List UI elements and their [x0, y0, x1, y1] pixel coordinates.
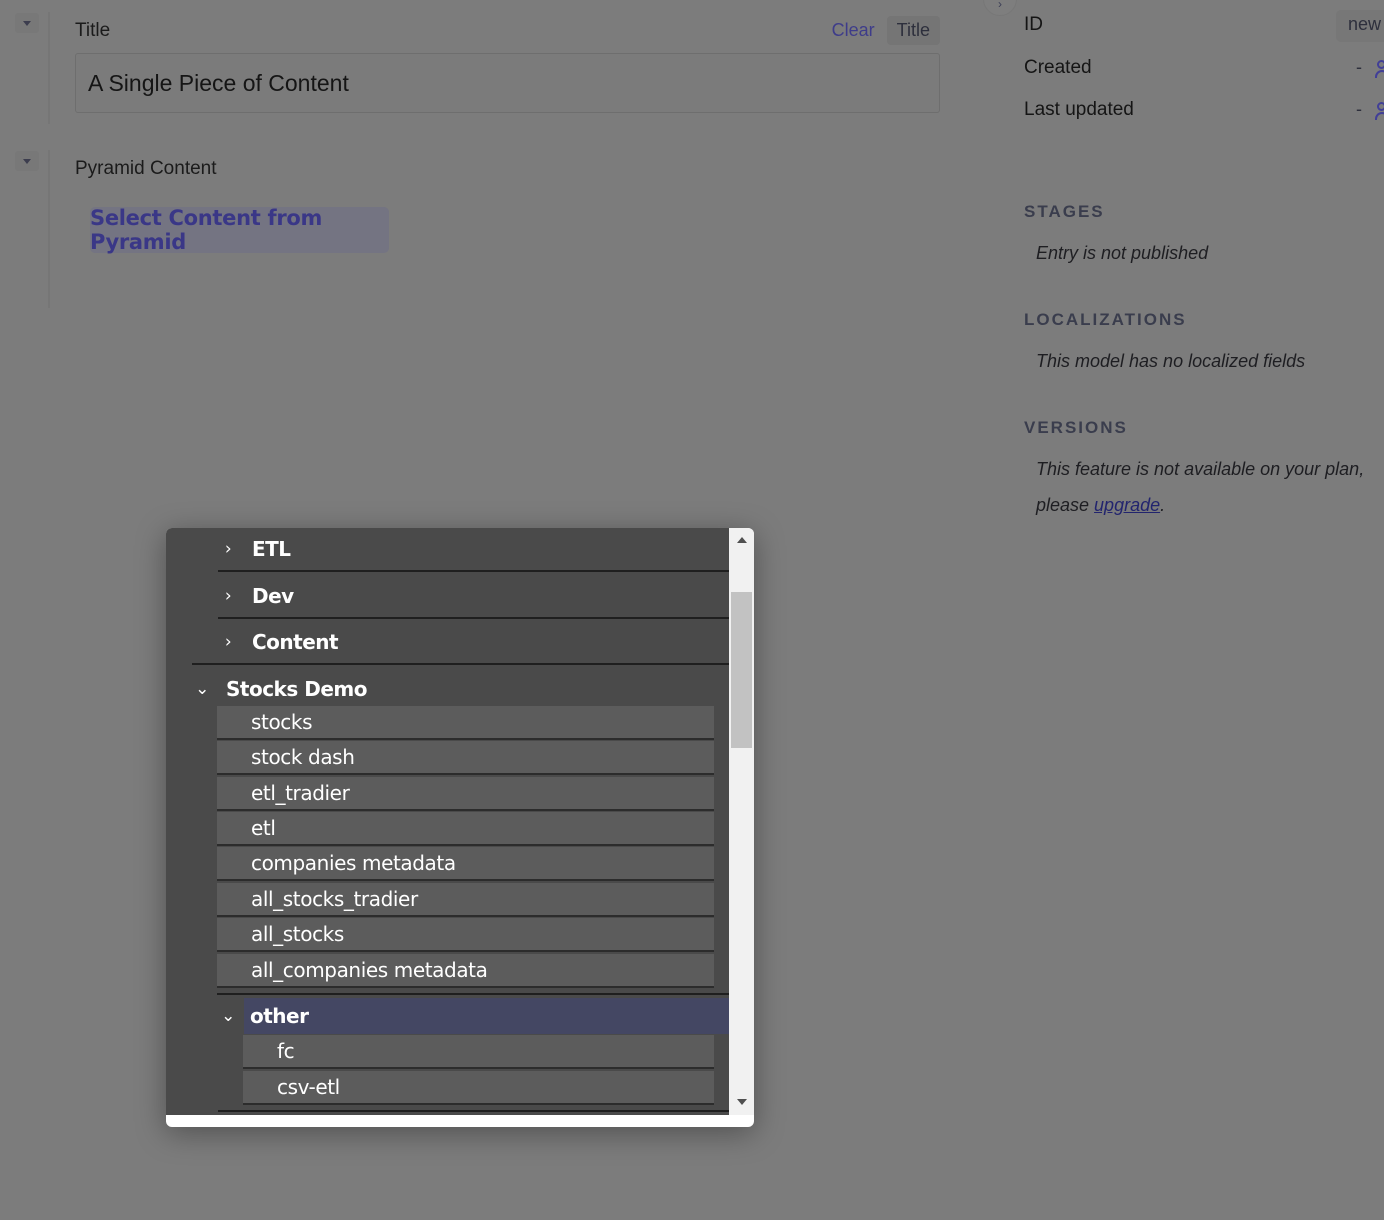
tree-item-label: companies metadata	[251, 851, 456, 875]
caret-down-icon	[23, 20, 31, 26]
tree-item-label: etl	[251, 816, 276, 840]
chevron-right-icon: ›	[998, 0, 1002, 11]
versions-text-suffix: .	[1160, 495, 1166, 515]
last-updated-value: -	[1356, 99, 1362, 119]
title-input[interactable]: A Single Piece of Content	[75, 53, 940, 113]
tree-folder-label: Dev	[252, 584, 294, 608]
tree-folder-stocks-demo[interactable]: ⌄ Stocks Demo	[192, 668, 367, 710]
versions-text-line2: please upgrade.	[1036, 495, 1165, 516]
title-field-rail	[48, 12, 50, 124]
tree-item[interactable]: etl	[217, 812, 714, 846]
tree-item-label: fc	[277, 1039, 295, 1063]
id-label: ID	[1024, 14, 1043, 35]
tree-item[interactable]: stock dash	[217, 741, 714, 775]
chevron-right-icon: ›	[224, 586, 232, 606]
user-icon-body	[1375, 70, 1384, 78]
tree-item-label: all_stocks_tradier	[251, 887, 418, 911]
tree-item[interactable]: all_companies metadata	[217, 954, 714, 988]
scroll-down-arrow-icon[interactable]	[737, 1099, 747, 1105]
caret-down-icon	[23, 158, 31, 164]
upgrade-link[interactable]: upgrade	[1094, 495, 1160, 515]
tree-item[interactable]: all_stocks	[217, 918, 714, 952]
tree-folder-other[interactable]: ⌄ other	[218, 998, 729, 1034]
tree-folder-label: ETL	[252, 537, 291, 561]
tree-folder-dev[interactable]: › Dev	[218, 575, 294, 617]
sidebar-toggle-button[interactable]: ›	[983, 0, 1017, 16]
tree-scrollbar[interactable]	[729, 528, 754, 1115]
title-field-label: Title	[75, 20, 111, 41]
tree-item-label: all_stocks	[251, 922, 344, 946]
title-field-actions: Clear Title	[832, 16, 940, 45]
tree-item-label: stock dash	[251, 745, 355, 769]
chevron-right-icon: ›	[224, 539, 232, 559]
tree-folder-content[interactable]: › Content	[218, 621, 339, 663]
tree-item-label: csv-etl	[277, 1075, 340, 1099]
tree-item[interactable]: stocks	[217, 706, 714, 740]
user-icon[interactable]	[1375, 59, 1384, 79]
tree-item[interactable]: fc	[243, 1035, 714, 1069]
tree-item-label: etl_tradier	[251, 781, 350, 805]
divider	[218, 617, 729, 619]
localizations-text: This model has no localized fields	[1036, 351, 1306, 371]
versions-heading: VERSIONS	[1024, 418, 1128, 437]
title-field-collapse-button[interactable]	[15, 13, 39, 33]
tree-item-label: stocks	[251, 710, 313, 734]
chevron-down-icon: ⌄	[221, 1006, 235, 1026]
last-updated-label: Last updated	[1024, 99, 1134, 120]
pyramid-field-label: Pyramid Content	[75, 158, 217, 179]
chevron-right-icon: ›	[224, 632, 232, 652]
divider	[218, 1110, 729, 1112]
tree-folder-label: Content	[252, 630, 339, 654]
scrollbar-thumb[interactable]	[731, 592, 752, 748]
scroll-up-arrow-icon[interactable]	[737, 537, 747, 543]
tree-item[interactable]: etl_tradier	[217, 777, 714, 811]
tree-folder-etl[interactable]: › ETL	[218, 528, 291, 570]
tree-folder-label-selected: other	[244, 998, 729, 1034]
versions-text-line1: This feature is not available on your pl…	[1036, 459, 1365, 479]
pyramid-field-rail	[48, 150, 50, 308]
id-value-badge: new	[1336, 10, 1384, 42]
pyramid-content-picker: › ETL › Dev › Content ⌄ Stocks Demo stoc…	[166, 528, 754, 1127]
select-content-button[interactable]: Select Content from Pyramid	[90, 206, 389, 254]
user-icon[interactable]	[1375, 101, 1384, 121]
user-icon-head	[1377, 102, 1384, 111]
created-label: Created	[1024, 57, 1092, 78]
user-icon-head	[1377, 60, 1384, 69]
tree-folder-label: Stocks Demo	[226, 677, 367, 701]
divider	[218, 570, 729, 572]
versions-text-prefix: please	[1036, 495, 1095, 515]
tree-item[interactable]: all_stocks_tradier	[217, 883, 714, 917]
tree-item-label: all_companies metadata	[251, 958, 488, 982]
user-icon-body	[1375, 112, 1384, 120]
divider	[192, 663, 729, 665]
content-tree: › ETL › Dev › Content ⌄ Stocks Demo stoc…	[166, 528, 729, 1115]
stages-heading: STAGES	[1024, 202, 1105, 221]
pyramid-field-collapse-button[interactable]	[15, 151, 39, 171]
divider	[217, 993, 729, 995]
stages-text: Entry is not published	[1036, 243, 1209, 263]
tree-item[interactable]: csv-etl	[243, 1071, 714, 1105]
localizations-heading: LOCALIZATIONS	[1024, 310, 1187, 329]
field-type-badge: Title	[886, 16, 940, 45]
tree-item[interactable]: companies metadata	[217, 847, 714, 881]
chevron-down-icon: ⌄	[195, 679, 209, 699]
title-input-value: A Single Piece of Content	[88, 69, 349, 96]
clear-button[interactable]: Clear	[832, 20, 875, 41]
created-value: -	[1356, 57, 1362, 77]
